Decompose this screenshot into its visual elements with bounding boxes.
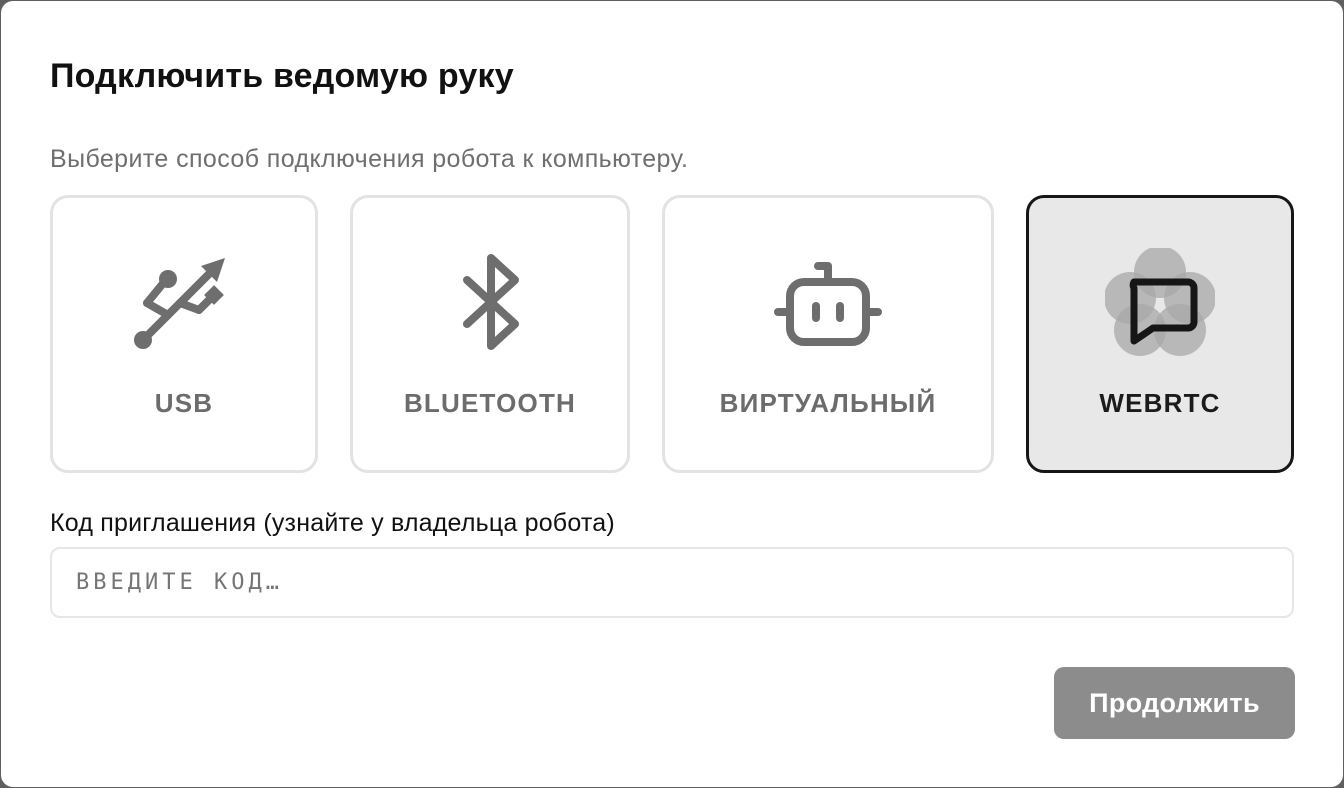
connect-follower-arm-dialog: Подключить ведомую руку Выберите способ …	[1, 1, 1343, 787]
connection-method-bluetooth[interactable]: BLUETOOTH	[350, 195, 630, 473]
chat-bubble-icon	[1105, 248, 1215, 358]
invite-code-input[interactable]	[50, 547, 1294, 618]
card-label-webrtc: WEBRTC	[1099, 388, 1221, 418]
continue-button[interactable]: Продолжить	[1054, 667, 1295, 739]
card-label-bluetooth: BLUETOOTH	[403, 388, 577, 418]
dialog-title: Подключить ведомую руку	[50, 57, 514, 95]
connection-method-webrtc[interactable]: WEBRTC	[1026, 195, 1294, 473]
card-label-usb: USB	[154, 388, 214, 418]
connection-method-usb[interactable]: USB	[50, 195, 318, 473]
invite-code-label: Код приглашения (узнайте у владельца роб…	[50, 509, 615, 537]
robot-icon	[773, 248, 883, 358]
usb-icon	[129, 248, 239, 358]
bluetooth-icon	[435, 248, 545, 358]
dialog-subtitle: Выберите способ подключения робота к ком…	[50, 145, 689, 173]
card-label-virtual: ВИРТУАЛЬНЫЙ	[719, 388, 937, 418]
connection-method-virtual[interactable]: ВИРТУАЛЬНЫЙ	[662, 195, 994, 473]
